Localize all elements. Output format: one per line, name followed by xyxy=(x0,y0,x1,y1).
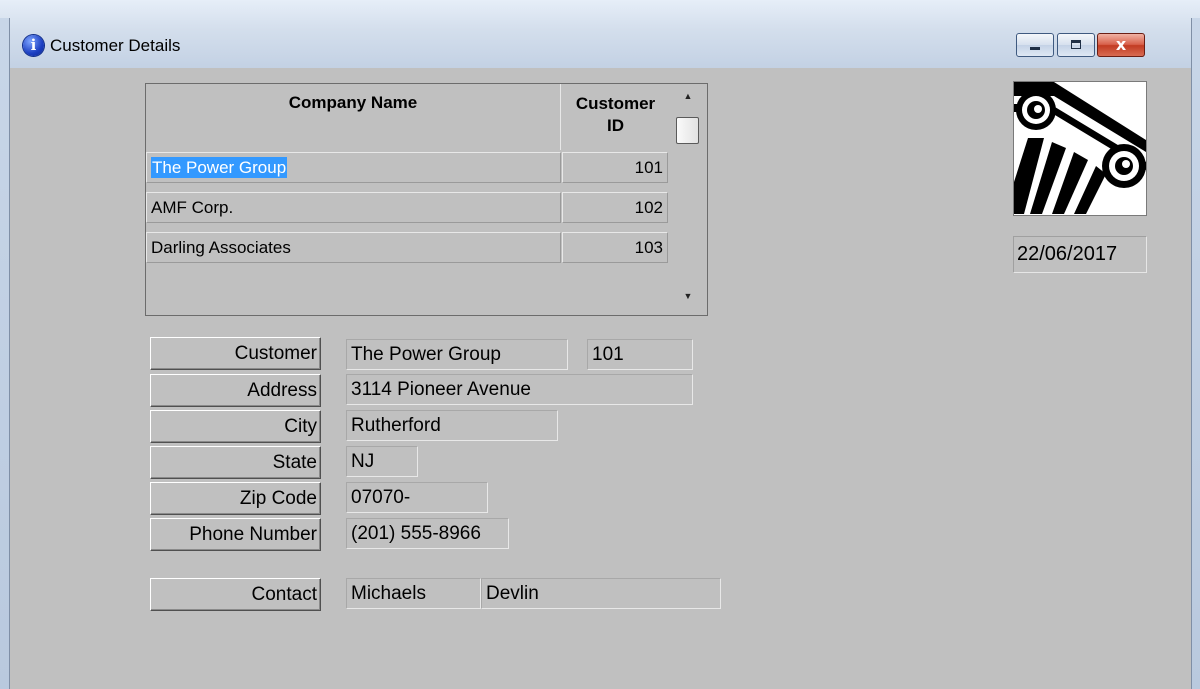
scroll-thumb[interactable] xyxy=(676,117,699,144)
customer-name-field[interactable]: The Power Group xyxy=(346,339,568,370)
ionic-column-logo-icon xyxy=(1013,81,1147,216)
title-bar[interactable]: i Customer Details x xyxy=(0,0,1200,68)
city-field[interactable]: Rutherford xyxy=(346,410,558,441)
minimize-button[interactable] xyxy=(1016,33,1054,57)
column-header-customer-id-line2: ID xyxy=(607,116,624,135)
close-icon: x xyxy=(1115,35,1127,54)
customer-id-field[interactable]: 101 xyxy=(587,339,693,370)
company-name-cell[interactable]: The Power Group xyxy=(146,152,561,183)
window-title: Customer Details xyxy=(50,36,181,55)
column-header-customer-id-line1: Customer xyxy=(575,94,656,113)
close-button[interactable]: x xyxy=(1097,33,1145,57)
minimize-icon xyxy=(1030,47,1040,50)
scroll-down-arrow-icon[interactable]: ▼ xyxy=(681,290,695,302)
company-name-cell[interactable]: AMF Corp. xyxy=(146,192,561,223)
customer-id-cell[interactable]: 102 xyxy=(562,192,668,223)
scroll-up-arrow-icon[interactable]: ▲ xyxy=(681,90,695,102)
column-header-company-name[interactable]: Company Name xyxy=(146,84,561,150)
maximize-icon xyxy=(1071,40,1081,49)
customer-label-button[interactable]: Customer xyxy=(150,337,321,370)
selected-text: The Power Group xyxy=(151,157,288,178)
window-right-border xyxy=(1191,18,1200,689)
state-field[interactable]: NJ xyxy=(346,446,418,477)
phone-number-field[interactable]: (201) 555-8966 xyxy=(346,518,509,549)
customer-details-window: i Customer Details x Company Name Custom… xyxy=(0,0,1200,689)
contact-label-button[interactable]: Contact xyxy=(150,578,321,611)
address-label-button[interactable]: Address xyxy=(150,374,321,407)
column-header-customer-id[interactable]: Customer ID xyxy=(562,84,669,150)
address-field[interactable]: 3114 Pioneer Avenue xyxy=(346,374,693,405)
table-row[interactable]: AMF Corp. 102 xyxy=(146,188,669,228)
phone-number-label-button[interactable]: Phone Number xyxy=(150,518,321,551)
vertical-scrollbar[interactable]: ▲ ▼ xyxy=(671,84,707,315)
date-display: 22/06/2017 xyxy=(1013,236,1147,273)
zip-code-label-button[interactable]: Zip Code xyxy=(150,482,321,515)
customer-grid[interactable]: Company Name Customer ID The Power Group… xyxy=(145,83,708,316)
info-icon: i xyxy=(23,35,44,56)
maximize-button[interactable] xyxy=(1057,33,1095,57)
state-label-button[interactable]: State xyxy=(150,446,321,479)
contact-last-name-field[interactable]: Michaels xyxy=(346,578,481,609)
company-name-cell[interactable]: Darling Associates xyxy=(146,232,561,263)
contact-first-name-field[interactable]: Devlin xyxy=(481,578,721,609)
window-left-border xyxy=(0,18,10,689)
table-row[interactable]: Darling Associates 103 xyxy=(146,228,669,268)
city-label-button[interactable]: City xyxy=(150,410,321,443)
logo-graphic xyxy=(1014,82,1146,214)
customer-id-cell[interactable]: 101 xyxy=(562,152,668,183)
zip-code-field[interactable]: 07070- xyxy=(346,482,488,513)
table-row[interactable]: The Power Group 101 xyxy=(146,148,669,188)
customer-id-cell[interactable]: 103 xyxy=(562,232,668,263)
